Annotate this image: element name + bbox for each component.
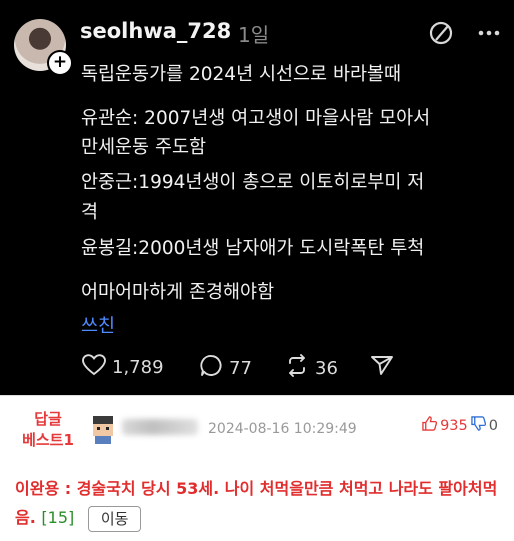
more-options-icon[interactable] <box>476 20 502 50</box>
comment-count: 77 <box>229 357 252 379</box>
post-text-line: 안중근:1994년생이 총으로 이토히로부미 저 <box>81 172 425 193</box>
follow-plus-icon[interactable]: + <box>47 50 73 76</box>
downvote-count: 0 <box>488 417 498 434</box>
best-comment: 답글 베스트1 2024-08-16 10:29:49 935 0 이완용 : … <box>0 395 514 541</box>
username[interactable]: seolhwa_728 <box>80 19 231 43</box>
post-text-line: 만세운동 주도함 <box>81 137 207 158</box>
send-icon <box>370 354 394 381</box>
best-badge-line: 베스트1 <box>22 431 74 449</box>
like-count: 1,789 <box>112 357 164 378</box>
post-time: 1일 <box>238 23 270 47</box>
post-text-line: 독립운동가를 2024년 시선으로 바라볼때 <box>81 64 402 85</box>
commenter-avatar-icon <box>88 414 118 448</box>
heart-icon <box>82 354 106 381</box>
comment-bubble-icon <box>200 354 223 382</box>
repost-count: 36 <box>315 357 338 379</box>
vote-counts: 935 0 <box>422 416 498 435</box>
move-button[interactable]: 이동 <box>87 505 142 532</box>
comment-body: 이완용 : 경술국치 당시 53세. 나이 처먹을만큼 처먹고 나라도 팔아처먹… <box>15 474 505 532</box>
share-button[interactable] <box>370 354 394 381</box>
post-text-line: 어마어마하게 존경해야함 <box>81 282 275 303</box>
upvote-count: 935 <box>440 417 468 434</box>
best-reply-badge: 답글 베스트1 <box>18 409 78 451</box>
post-text-line: 윤봉길:2000년생 남자애가 도시락폭탄 투척 <box>81 238 425 259</box>
comment-date: 2024-08-16 10:29:49 <box>208 421 357 437</box>
reply-count: [15] <box>41 508 75 527</box>
repost-icon <box>285 354 309 382</box>
translate-link[interactable]: 쓰친 <box>81 312 115 338</box>
commenter-name-blurred <box>122 419 198 435</box>
comment-button[interactable]: 77 <box>200 354 252 382</box>
no-translate-icon[interactable] <box>428 20 454 50</box>
best-badge-line: 답글 <box>34 410 62 428</box>
like-button[interactable]: 1,789 <box>82 354 164 381</box>
thumbs-down-icon[interactable] <box>471 416 486 435</box>
thumbs-up-icon[interactable] <box>422 416 438 435</box>
post-text-line: 유관순: 2007년생 여고생이 마을사람 모아서 <box>81 108 431 129</box>
thread-post: + seolhwa_728 1일 독립운동가를 2024년 시선으로 바라볼때 … <box>0 0 514 392</box>
repost-button[interactable]: 36 <box>285 354 338 382</box>
post-text-line: 격 <box>81 202 99 223</box>
